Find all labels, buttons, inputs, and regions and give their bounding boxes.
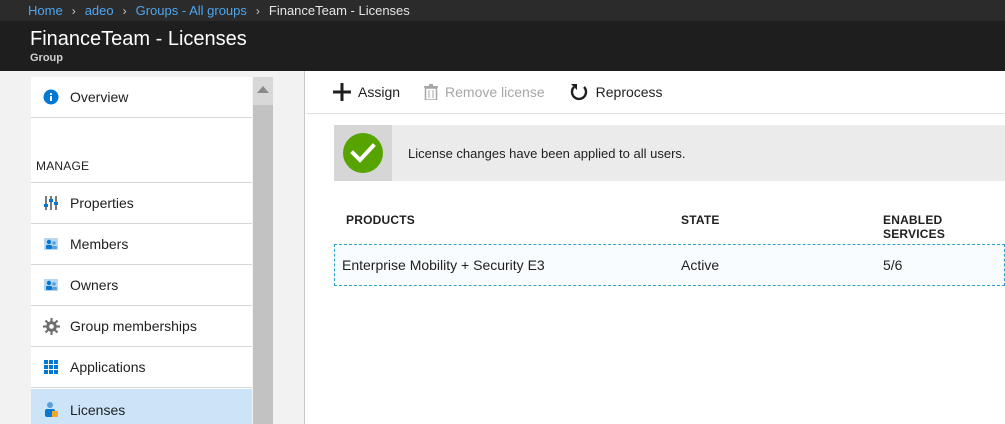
sidebar-item-label: Overview [70,89,129,105]
chevron-right-icon: › [122,3,127,18]
scrollbar-thumb[interactable] [253,105,273,424]
page-title: FinanceTeam - Licenses [30,28,247,50]
notice-message: License changes have been applied to all… [408,145,686,161]
breadcrumb-home[interactable]: Home [28,3,63,18]
breadcrumb-tenant[interactable]: adeo [85,3,114,18]
page-subtitle: Group [30,52,63,64]
sidebar-item-label: Licenses [70,401,126,418]
breadcrumb: Home › adeo › Groups - All groups › Fina… [0,0,1005,21]
sidebar-item-label: Properties [70,195,134,211]
nav-scrollbar[interactable] [253,77,273,424]
remove-license-label: Remove license [445,84,545,100]
assign-label: Assign [358,84,401,100]
sidebar-item-members[interactable]: Members [31,224,252,265]
info-icon [41,87,61,107]
column-header-products[interactable]: PRODUCTS [346,213,415,227]
notice-icon-box [334,125,392,181]
license-user-icon [41,400,61,420]
breadcrumb-current: FinanceTeam - Licenses [268,3,410,18]
refresh-icon [569,82,589,102]
remove-license-button[interactable]: Remove license [424,84,545,100]
column-header-enabled-services[interactable]: ENABLED SERVICES [883,213,1005,241]
users-icon [41,234,61,254]
sidebar-item-label: Group memberships [70,318,197,334]
table-cell-state: Active [681,257,720,273]
gear-icon [41,316,61,336]
sliders-icon [41,193,61,213]
checkmark-icon [343,133,383,173]
users-icon [41,275,61,295]
trash-icon [424,84,439,100]
reprocess-button[interactable]: Reprocess [569,82,663,102]
nav-menu: Overview MANAGE Properties Members Owner… [31,77,252,424]
section-label-manage: MANAGE [36,159,90,173]
sidebar-item-group-memberships[interactable]: Group memberships [31,306,252,347]
table-cell-enabled-services: 5/6 [883,257,903,273]
sidebar-item-label: Applications [70,359,146,375]
sidebar-item-owners[interactable]: Owners [31,265,252,306]
command-bar: Assign Remove license Reprocess [306,71,1005,114]
grid-icon [41,357,61,377]
plus-icon [333,83,351,101]
blade-header: FinanceTeam - Licenses Group [0,21,1005,71]
left-nav: Overview MANAGE Properties Members Owner… [0,71,305,424]
chevron-right-icon: › [255,3,260,18]
breadcrumb-groups[interactable]: Groups - All groups [136,3,247,18]
success-notification: License changes have been applied to all… [334,125,1005,181]
scroll-up-arrow-icon[interactable] [257,86,269,93]
sidebar-item-licenses[interactable]: Licenses [31,389,252,424]
sidebar-item-label: Members [70,236,129,252]
column-header-state[interactable]: STATE [681,213,720,227]
reprocess-label: Reprocess [595,84,663,100]
table-cell-product: Enterprise Mobility + Security E3 [342,257,545,273]
assign-button[interactable]: Assign [333,83,400,101]
chevron-right-icon: › [71,3,76,18]
sidebar-item-properties[interactable]: Properties [31,183,252,224]
sidebar-item-overview[interactable]: Overview [31,77,252,118]
sidebar-item-applications[interactable]: Applications [31,347,252,388]
sidebar-item-label: Owners [70,277,119,293]
